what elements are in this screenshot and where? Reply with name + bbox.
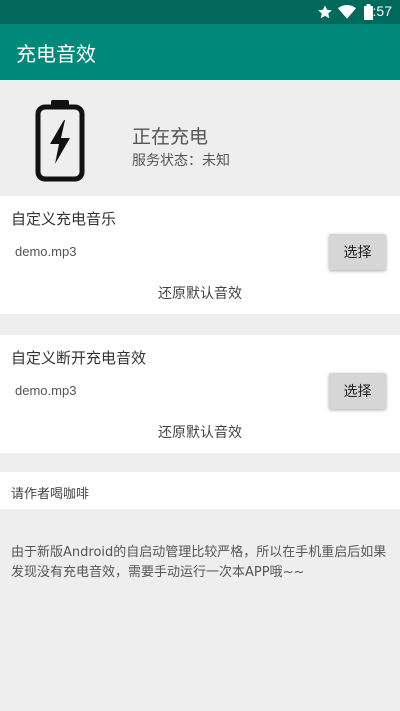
app-title: 充电音效 (16, 42, 96, 66)
battery-charging-icon (34, 98, 86, 186)
charging-status-title: 正在充电 (132, 126, 209, 148)
choose-charge-music-button[interactable]: 选择 (329, 234, 386, 270)
buy-coffee-label: 请作者喝咖啡 (11, 487, 90, 502)
choose-disconnect-sound-button[interactable]: 选择 (329, 373, 386, 409)
charge-music-filename: demo.mp3 (15, 244, 77, 259)
restore-disconnect-sound-button[interactable]: 还原默认音效 (0, 422, 400, 442)
service-status: 服务状态：未知 (132, 153, 230, 169)
charge-music-title: 自定义充电音乐 (11, 210, 117, 228)
star-icon (317, 4, 333, 24)
status-time: 4:57 (364, 3, 392, 19)
status-bar: 4:57 (0, 0, 400, 24)
charging-header: 正在充电 服务状态：未知 (0, 80, 400, 196)
autostart-notice: 由于新版Android的自启动管理比较严格，所以在手机重启后如果发现没有充电音效… (11, 545, 387, 580)
disconnect-sound-section: 自定义断开充电音效 demo.mp3 选择 还原默认音效 (0, 335, 400, 453)
wifi-icon (338, 4, 356, 24)
disconnect-sound-filename: demo.mp3 (15, 383, 77, 398)
app-bar: 充电音效 (0, 24, 400, 80)
buy-coffee-item[interactable]: 请作者喝咖啡 (0, 472, 400, 509)
disconnect-sound-title: 自定义断开充电音效 (11, 349, 147, 367)
charge-music-section: 自定义充电音乐 demo.mp3 选择 还原默认音效 (0, 196, 400, 314)
restore-charge-music-button[interactable]: 还原默认音效 (0, 283, 400, 303)
